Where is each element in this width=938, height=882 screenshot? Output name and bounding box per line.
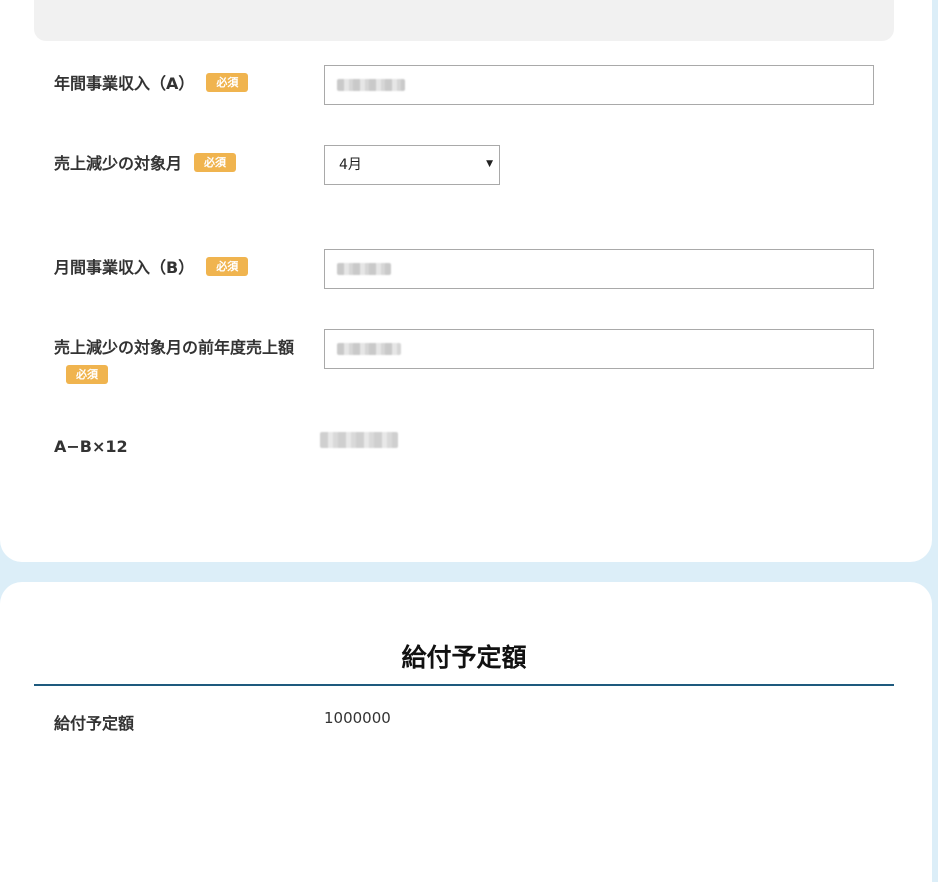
annual-income-input[interactable] — [324, 65, 874, 105]
required-badge: 必須 — [66, 365, 108, 384]
annual-income-label-text: 年間事業収入（A） — [54, 74, 195, 93]
redacted-value — [337, 263, 391, 275]
redacted-value — [337, 343, 401, 355]
redacted-value — [337, 79, 405, 91]
prev-year-sales-label-text: 売上減少の対象月の前年度売上額 — [54, 338, 295, 357]
annual-income-label: 年間事業収入（A） 必須 — [54, 70, 249, 98]
target-month-select[interactable]: 4月 ▼ — [324, 145, 500, 185]
target-month-label-text: 売上減少の対象月 — [54, 154, 183, 173]
monthly-income-input[interactable] — [324, 249, 874, 289]
required-badge: 必須 — [206, 73, 249, 92]
calc-label: A−B×12 — [54, 437, 128, 456]
monthly-income-label-text: 月間事業収入（B） — [54, 258, 195, 277]
target-month-label: 売上減少の対象月 必須 — [54, 150, 237, 178]
prev-year-sales-input[interactable] — [324, 329, 874, 369]
benefit-section-title: 給付予定額 — [401, 643, 527, 672]
prev-year-sales-label: 売上減少の対象月の前年度売上額必須 — [54, 334, 316, 390]
calc-result-value — [320, 432, 398, 448]
required-badge: 必須 — [194, 153, 237, 172]
benefit-label: 給付予定額 — [54, 714, 135, 733]
target-month-selected: 4月 — [339, 157, 362, 173]
section-divider — [34, 684, 894, 686]
benefit-card — [0, 582, 932, 882]
required-badge: 必須 — [206, 257, 249, 276]
monthly-income-label: 月間事業収入（B） 必須 — [54, 254, 249, 282]
header-panel — [34, 0, 894, 41]
benefit-value: 1000000 — [324, 709, 391, 727]
dropdown-arrow-icon: ▼ — [486, 159, 493, 169]
